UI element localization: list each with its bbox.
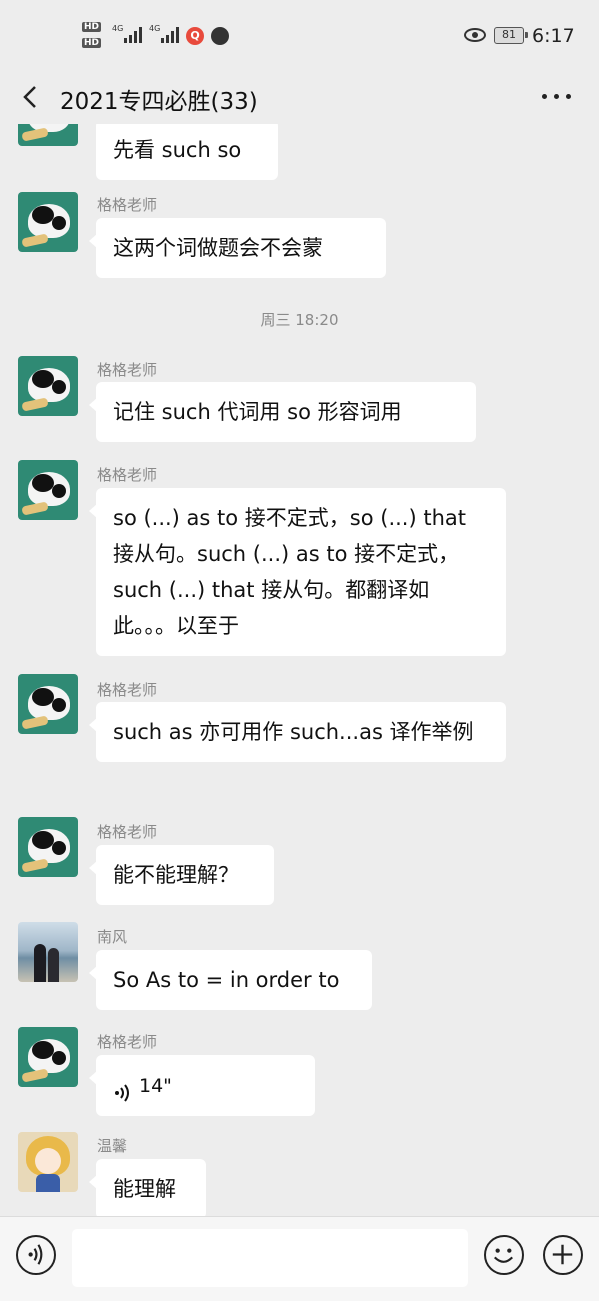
emoji-icon[interactable] [484, 1235, 524, 1275]
hd-badge: HD [82, 22, 102, 32]
status-bar: HD HD 4G 4G Q 81 6:17 [0, 0, 599, 72]
message-bubble[interactable]: 这两个词做题会不会蒙 [89, 218, 386, 278]
message-bubble[interactable]: So As to = in order to [89, 950, 372, 1010]
input-bar [0, 1216, 599, 1301]
sender-name: 温馨 [97, 1137, 128, 1155]
chat-title: 2021专四必胜(33) [60, 89, 258, 115]
network-type: 4G [112, 24, 124, 33]
battery-icon: 81 [494, 27, 528, 44]
signal-icon [161, 27, 179, 43]
sender-name: 格格老师 [97, 361, 158, 379]
message-bubble[interactable]: 先看 such so [96, 124, 278, 180]
network-type: 4G [149, 24, 161, 33]
chat-header: 2021专四必胜(33) [0, 72, 599, 124]
message-bubble[interactable]: 能理解 [89, 1159, 206, 1216]
voice-wave-icon [113, 1077, 131, 1102]
avatar[interactable] [18, 922, 78, 982]
app-notification-icon: Q [186, 27, 204, 45]
voice-duration: 14" [139, 1075, 172, 1097]
sender-name: 格格老师 [97, 466, 158, 484]
avatar[interactable] [18, 1027, 78, 1087]
chevron-left-icon[interactable] [18, 84, 44, 110]
avatar[interactable] [18, 674, 78, 734]
message-list[interactable]: 先看 such so 格格老师 这两个词做题会不会蒙 周三 18:20 格格老师… [0, 124, 599, 1216]
message-bubble[interactable]: 能不能理解？ [89, 845, 274, 905]
hd-badge: HD [82, 38, 102, 48]
avatar[interactable] [18, 192, 78, 252]
avatar[interactable] [18, 1132, 78, 1192]
sender-name: 格格老师 [97, 823, 158, 841]
eye-icon [464, 28, 486, 42]
message-input[interactable] [72, 1229, 468, 1287]
voice-icon[interactable] [16, 1235, 56, 1275]
plus-icon[interactable] [543, 1235, 583, 1275]
timestamp: 周三 18:20 [260, 311, 339, 329]
message-bubble[interactable]: so (...) as to 接不定式，so (...) that 接从句。su… [89, 488, 506, 656]
message-bubble[interactable]: such as 亦可用作 such...as 译作举例 [89, 702, 506, 762]
sender-name: 格格老师 [97, 1033, 158, 1051]
avatar[interactable] [18, 124, 78, 146]
sender-name: 南风 [97, 928, 128, 946]
voice-message-bubble[interactable]: 14" [89, 1055, 315, 1116]
sender-name: 格格老师 [97, 196, 158, 214]
avatar[interactable] [18, 460, 78, 520]
avatar[interactable] [18, 817, 78, 877]
message-bubble[interactable]: 记住 such 代词用 so 形容词用 [89, 382, 476, 442]
globe-icon [211, 27, 229, 45]
signal-icon [124, 27, 142, 43]
more-dots-icon[interactable] [542, 94, 572, 100]
clock: 6:17 [532, 25, 575, 47]
avatar[interactable] [18, 356, 78, 416]
sender-name: 格格老师 [97, 681, 158, 699]
